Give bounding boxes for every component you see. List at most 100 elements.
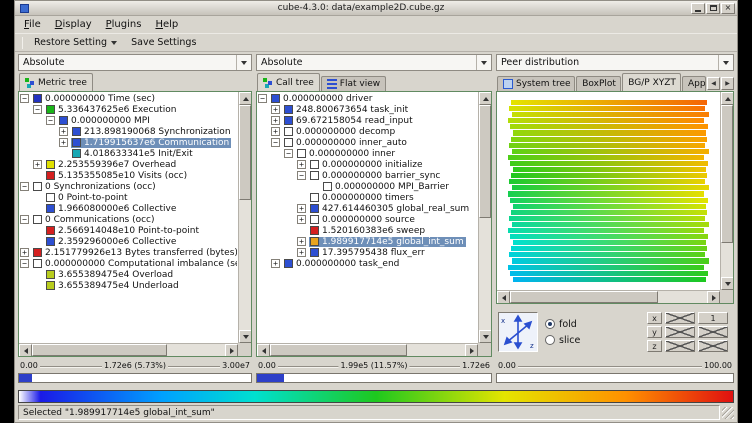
- axis-y-button[interactable]: y: [647, 326, 662, 338]
- tree-item[interactable]: 2.359296000e6 Collective: [20, 236, 237, 247]
- expand-icon[interactable]: +: [59, 138, 68, 147]
- tree-item[interactable]: 1.966080000e6 Collective: [20, 203, 237, 214]
- tree-item[interactable]: −0.000000000 inner_auto: [258, 137, 477, 148]
- tab-flat-view[interactable]: Flat view: [321, 76, 386, 91]
- title-bar[interactable]: cube-4.3.0: data/example2D.cube.gz ×: [15, 1, 737, 16]
- tree-item[interactable]: +0.000000000 decomp: [258, 126, 477, 137]
- scrollbar-thumb[interactable]: [510, 291, 658, 303]
- tree-item[interactable]: 0.000000000 MPI_Barrier: [258, 181, 477, 192]
- collapse-icon[interactable]: −: [46, 116, 55, 125]
- metric-value-mode-combobox[interactable]: Absolute: [18, 54, 252, 71]
- tree-item[interactable]: +1.989917714e5 global_int_sum: [258, 236, 477, 247]
- system-value-mode-combobox[interactable]: Peer distribution: [496, 54, 734, 71]
- tree-item[interactable]: +2.151779926e13 Bytes transferred (bytes…: [20, 247, 237, 258]
- collapse-icon[interactable]: −: [20, 94, 29, 103]
- tree-item[interactable]: 5.135355085e10 Visits (occ): [20, 170, 237, 181]
- slice-radio[interactable]: slice: [545, 335, 580, 346]
- collapse-icon[interactable]: −: [297, 171, 306, 180]
- tab-system-tree[interactable]: System tree: [497, 76, 575, 91]
- z-dimension-unset-button[interactable]: [665, 340, 695, 352]
- tree-item[interactable]: +213.898190068 Synchronization: [20, 126, 237, 137]
- tab-scroll-left-button[interactable]: ◀: [707, 77, 720, 90]
- tree-item[interactable]: −0.000000000 driver: [258, 93, 477, 104]
- call-value-mode-combobox[interactable]: Absolute: [256, 54, 492, 71]
- menu-file[interactable]: File: [17, 18, 48, 31]
- tree-item[interactable]: +0.000000000 initialize: [258, 159, 477, 170]
- scroll-down-button[interactable]: [479, 330, 492, 343]
- x-dimension-unset-button[interactable]: [665, 312, 695, 324]
- expand-icon[interactable]: +: [297, 160, 306, 169]
- tree-item[interactable]: 1.520160383e6 sweep: [258, 225, 477, 236]
- scroll-up-button[interactable]: [239, 92, 252, 105]
- tree-item[interactable]: +248.800673654 task_init: [258, 104, 477, 115]
- tree-item[interactable]: 2.566914048e10 Point-to-point: [20, 225, 237, 236]
- tree-item[interactable]: −0.000000000 Computational imbalance (se…: [20, 258, 237, 269]
- expand-icon[interactable]: +: [20, 248, 29, 257]
- tree-item[interactable]: −0.000000000 inner: [258, 148, 477, 159]
- z-dimension-value-button[interactable]: [698, 340, 728, 352]
- scrollbar-thumb[interactable]: [721, 105, 733, 243]
- expand-icon[interactable]: +: [271, 127, 280, 136]
- restore-setting-button[interactable]: Restore Setting: [28, 36, 123, 49]
- expand-icon[interactable]: +: [297, 248, 306, 257]
- tab-scroll-right-button[interactable]: ▶: [721, 77, 734, 90]
- tree-item[interactable]: −0.000000000 barrier_sync: [258, 170, 477, 181]
- axis-orientation-icon[interactable]: x z: [498, 312, 538, 352]
- tree-item[interactable]: +1.719915637e6 Communication: [20, 137, 237, 148]
- topology-heatmap[interactable]: [506, 100, 711, 283]
- y-dimension-unset-button[interactable]: [665, 326, 695, 338]
- tree-item[interactable]: 4.018633341e5 Init/Exit: [20, 148, 237, 159]
- scroll-left-button[interactable]: [19, 344, 32, 357]
- scroll-right-button[interactable]: [225, 344, 238, 357]
- collapse-icon[interactable]: −: [33, 105, 42, 114]
- scrollbar-track[interactable]: [270, 344, 465, 356]
- expand-icon[interactable]: +: [271, 116, 280, 125]
- axis-z-button[interactable]: z: [647, 340, 662, 352]
- tree-item[interactable]: −5.336437625e6 Execution: [20, 104, 237, 115]
- close-button[interactable]: ×: [721, 3, 735, 14]
- menu-display[interactable]: Display: [48, 18, 99, 31]
- tree-item[interactable]: −0.000000000 Time (sec): [20, 93, 237, 104]
- tree-item[interactable]: +0.000000000 source: [258, 214, 477, 225]
- combobox-arrow-button[interactable]: [236, 55, 251, 70]
- tree-item[interactable]: 3.655389475e4 Underload: [20, 280, 237, 291]
- combobox-arrow-button[interactable]: [718, 55, 733, 70]
- tree-item[interactable]: −0 Synchronizations (occ): [20, 181, 237, 192]
- scroll-up-button[interactable]: [721, 92, 734, 105]
- save-settings-button[interactable]: Save Settings: [125, 36, 202, 49]
- scrollbar-track[interactable]: [510, 291, 707, 303]
- scrollbar-thumb[interactable]: [239, 105, 251, 200]
- collapse-icon[interactable]: −: [284, 149, 293, 158]
- tree-item[interactable]: −0.000000000 MPI: [20, 115, 237, 126]
- scrollbar-track[interactable]: [479, 105, 491, 330]
- expand-icon[interactable]: +: [297, 215, 306, 224]
- tree-item[interactable]: +427.614460305 global_real_sum: [258, 203, 477, 214]
- scrollbar-thumb[interactable]: [479, 105, 491, 218]
- fold-radio[interactable]: fold: [545, 319, 580, 330]
- expand-icon[interactable]: +: [33, 160, 42, 169]
- tree-item[interactable]: 0.000000000 timers: [258, 192, 477, 203]
- tree-item[interactable]: −0 Communications (occ): [20, 214, 237, 225]
- axis-x-button[interactable]: x: [647, 312, 662, 324]
- menu-help[interactable]: Help: [148, 18, 185, 31]
- scroll-left-button[interactable]: [257, 344, 270, 357]
- expand-icon[interactable]: +: [271, 105, 280, 114]
- collapse-icon[interactable]: −: [20, 259, 29, 268]
- scroll-down-button[interactable]: [239, 330, 252, 343]
- collapse-icon[interactable]: −: [258, 94, 267, 103]
- collapse-icon[interactable]: −: [271, 138, 280, 147]
- tree-item[interactable]: +17.395795438 flux_err: [258, 247, 477, 258]
- scrollbar-thumb[interactable]: [32, 344, 167, 356]
- scrollbar-thumb[interactable]: [270, 344, 407, 356]
- tree-item[interactable]: +0.000000000 task_end: [258, 258, 477, 269]
- metric-horizontal-scrollbar[interactable]: [19, 343, 238, 356]
- scrollbar-track[interactable]: [239, 105, 251, 330]
- topology-horizontal-scrollbar[interactable]: [497, 290, 720, 303]
- expand-icon[interactable]: +: [271, 259, 280, 268]
- collapse-icon[interactable]: −: [20, 215, 29, 224]
- scroll-up-button[interactable]: [479, 92, 492, 105]
- expand-icon[interactable]: +: [297, 237, 306, 246]
- tab-call-tree[interactable]: Call tree: [257, 73, 320, 91]
- scroll-right-button[interactable]: [465, 344, 478, 357]
- collapse-icon[interactable]: −: [20, 182, 29, 191]
